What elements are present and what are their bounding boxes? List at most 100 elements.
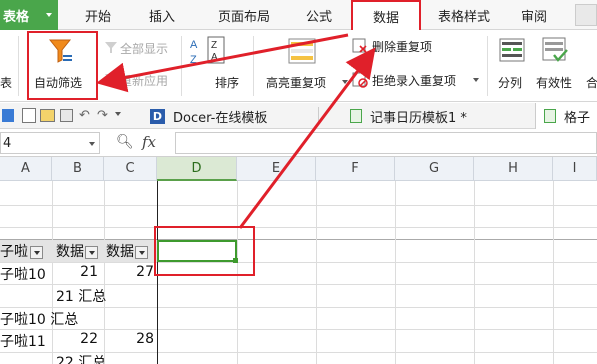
- svg-text:Z: Z: [190, 54, 197, 66]
- cell-b-row2[interactable]: 21 汇总: [56, 286, 106, 306]
- chevron-down-icon[interactable]: [115, 112, 121, 116]
- cell-a-row4[interactable]: 子啦11: [0, 331, 46, 351]
- open-folder-icon[interactable]: [40, 109, 55, 122]
- cell-a-row1[interactable]: 子啦10: [0, 264, 46, 284]
- header-cell-c-text: 数据: [106, 244, 134, 260]
- tab-review-label: 审阅: [520, 9, 547, 25]
- col-header-e[interactable]: E: [237, 157, 316, 181]
- cell-b-row5[interactable]: 22 汇总: [56, 352, 106, 364]
- cell-c-row1[interactable]: 27: [104, 264, 154, 280]
- app-menu-button[interactable]: 表格: [0, 0, 58, 30]
- col-header-e-label: E: [271, 161, 281, 176]
- new-file-icon[interactable]: [22, 108, 36, 123]
- filter-dropdown-icon[interactable]: [30, 245, 43, 259]
- formula-input[interactable]: [175, 132, 597, 154]
- cell-c-row4[interactable]: 28: [104, 331, 154, 347]
- ribbon-divider: [181, 36, 182, 96]
- tab-insert[interactable]: 插入: [134, 0, 190, 30]
- more-tabs-button[interactable]: [575, 4, 597, 26]
- col-line: [553, 181, 554, 364]
- col-header-f[interactable]: F: [316, 157, 395, 181]
- header-cell-a-text: 子啦: [0, 244, 28, 260]
- name-box[interactable]: 4: [0, 132, 100, 154]
- svg-text:Z: Z: [211, 40, 217, 51]
- tab-data[interactable]: 数据: [351, 0, 421, 30]
- col-header-a-label: A: [21, 161, 30, 176]
- undo-icon[interactable]: ↶: [79, 108, 90, 123]
- col-header-i[interactable]: I: [553, 157, 597, 181]
- save-icon[interactable]: [60, 109, 73, 122]
- filter-dropdown-icon[interactable]: [135, 245, 148, 259]
- chevron-down-icon: [342, 80, 348, 84]
- cell-b-row4[interactable]: 22: [52, 331, 98, 347]
- reject-duplicates-button[interactable]: 拒绝录入重复项: [352, 70, 482, 90]
- tab-home[interactable]: 开始: [70, 0, 126, 30]
- chevron-down-icon: [473, 78, 479, 82]
- doc-tab-active-label: 格子: [564, 111, 591, 126]
- highlight-duplicates-label: 高亮重复项: [266, 76, 327, 90]
- split-columns-icon: [499, 38, 525, 62]
- col-header-d[interactable]: D: [157, 157, 237, 181]
- col-line: [395, 181, 396, 364]
- col-header-h[interactable]: H: [474, 157, 553, 181]
- col-header-f-label: F: [351, 161, 359, 176]
- split-columns-button[interactable]: 分列: [494, 34, 530, 98]
- formula-bar: 4 🔍︎ fx: [0, 130, 597, 157]
- autofilter-highlight-box: [27, 31, 98, 100]
- doc-tab-docer[interactable]: D Docer-在线模板: [150, 103, 267, 129]
- col-header-c[interactable]: C: [104, 157, 157, 181]
- header-cell-b-text: 数据: [56, 244, 84, 260]
- row-line: [0, 307, 597, 308]
- doc-tab-calendar[interactable]: 记事日历模板1 *: [350, 103, 467, 129]
- spreadsheet-file-icon: [544, 109, 556, 123]
- redo-icon[interactable]: ↷: [97, 108, 108, 123]
- header-cell-c[interactable]: 数据: [106, 241, 148, 261]
- remove-duplicates-icon: [352, 38, 367, 53]
- remove-duplicates-label: 删除重复项: [372, 40, 433, 54]
- tab-table-style[interactable]: 表格样式: [426, 0, 502, 30]
- remove-duplicates-button[interactable]: 删除重复项: [352, 36, 472, 56]
- zoom-search-icon[interactable]: 🔍︎: [116, 134, 134, 150]
- reapply-icon: [105, 74, 117, 85]
- split-columns-label: 分列: [498, 76, 523, 90]
- spreadsheet-grid: A B C D E F G H I 子啦 数据 数据 子啦10 21 27 21…: [0, 157, 597, 364]
- tab-page-layout[interactable]: 页面布局: [206, 0, 282, 30]
- sort-button[interactable]: A Z Z A 排序: [185, 34, 245, 98]
- col-header-g[interactable]: G: [395, 157, 474, 181]
- svg-text:A: A: [211, 52, 218, 63]
- col-header-b[interactable]: B: [52, 157, 104, 181]
- row-line: [0, 262, 597, 263]
- tab-home-label: 开始: [84, 9, 111, 25]
- cell-a-row3[interactable]: 子啦10 汇总: [0, 309, 78, 329]
- col-line: [316, 181, 317, 364]
- header-cell-b[interactable]: 数据: [56, 241, 98, 261]
- reject-duplicates-label: 拒绝录入重复项: [372, 74, 457, 88]
- show-all-label: 全部显示: [120, 42, 169, 56]
- app-menu-label: 表格: [3, 9, 30, 25]
- reapply-button[interactable]: 重新应用: [104, 70, 174, 88]
- tab-review[interactable]: 审阅: [506, 0, 562, 30]
- ribbon-divider: [253, 36, 254, 96]
- tab-formulas[interactable]: 公式: [291, 0, 347, 30]
- quick-access-toolbar: ↶ ↷ D Docer-在线模板 记事日历模板1 * 格子: [0, 103, 597, 129]
- tab-table-style-label: 表格样式: [437, 9, 490, 25]
- filter-active-icon[interactable]: [85, 245, 98, 259]
- ribbon-divider: [487, 36, 488, 96]
- docer-logo-icon: D: [150, 108, 165, 124]
- show-all-button[interactable]: 全部显示: [104, 38, 174, 56]
- function-fx-icon[interactable]: fx: [142, 133, 156, 151]
- header-cell-a[interactable]: 子啦: [0, 241, 43, 261]
- col-header-d-label: D: [191, 160, 202, 176]
- highlight-duplicates-button[interactable]: 高亮重复项: [262, 34, 348, 98]
- tab-data-label: 数据: [372, 10, 399, 26]
- col-header-i-label: I: [572, 161, 577, 176]
- chevron-down-icon: [46, 13, 52, 17]
- validity-button[interactable]: 有效性: [533, 34, 579, 98]
- col-header-a[interactable]: A: [0, 157, 52, 181]
- cell-b-row1[interactable]: 21: [52, 264, 98, 280]
- app-icon: [2, 109, 14, 122]
- menu-bar: 表格 开始 插入 页面布局 公式 数据 表格样式 审阅: [0, 0, 597, 30]
- tab-page-layout-label: 页面布局: [217, 9, 270, 25]
- ribbon-divider: [18, 36, 19, 96]
- doc-tab-active[interactable]: 格子: [535, 103, 597, 129]
